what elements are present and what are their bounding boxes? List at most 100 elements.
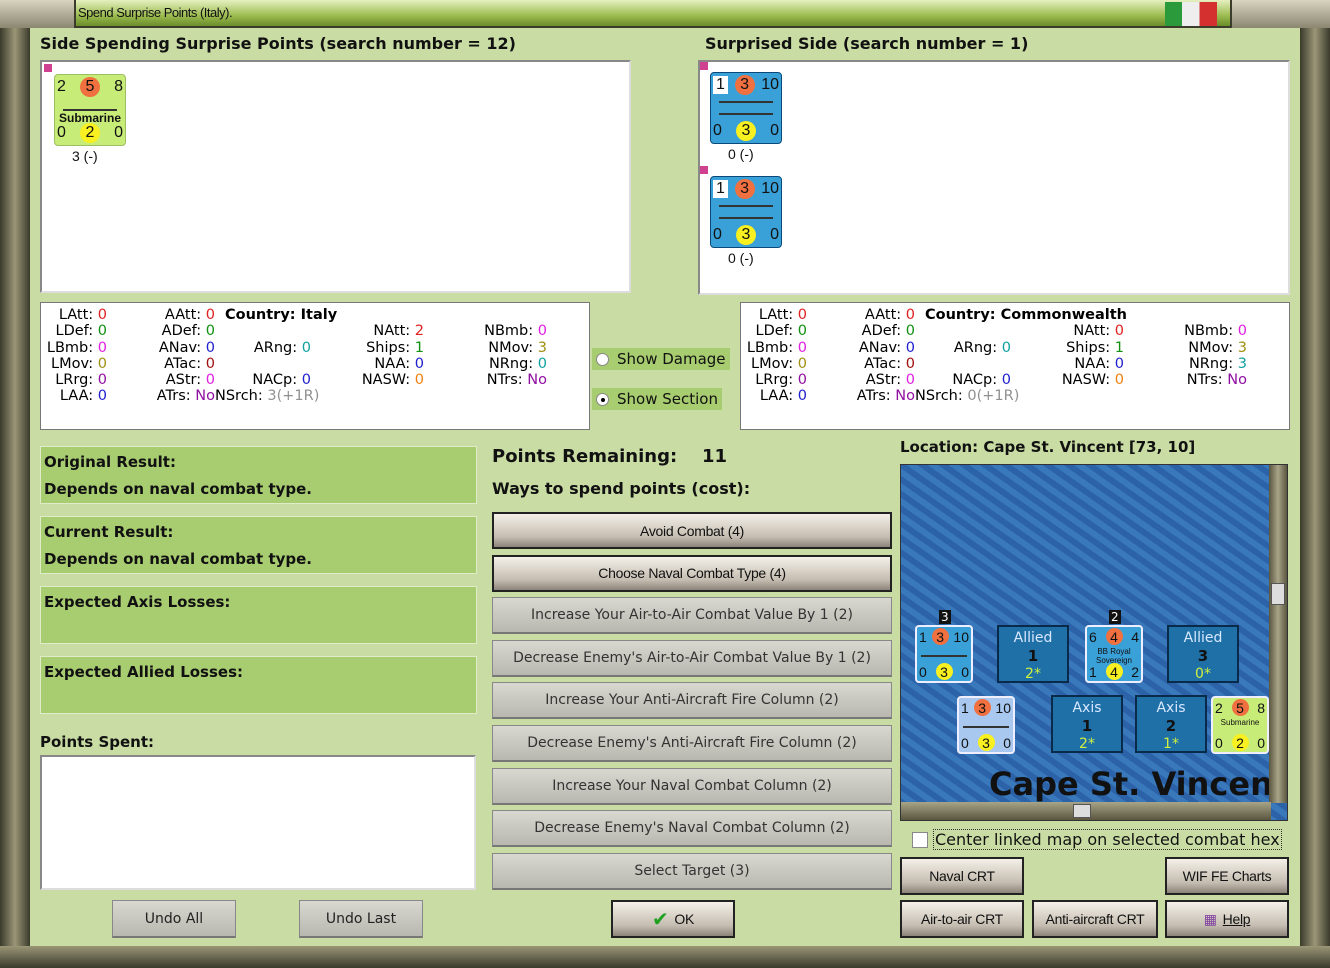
window-controls[interactable] — [1230, 0, 1330, 28]
window-frame-bottom — [0, 946, 1330, 968]
stat-value: 1 — [414, 339, 424, 356]
stat-label: NAtt: — [373, 323, 411, 340]
counter-bottom-value: 0 — [713, 122, 722, 139]
combat-side-box[interactable]: Axis 2 1* — [1135, 695, 1207, 753]
anti-aircraft-crt-button[interactable]: Anti-aircraft CRT — [1032, 900, 1158, 938]
map-unit-counter[interactable]: 1 3 10 0 3 0 — [915, 625, 973, 683]
spend-option-button[interactable]: Select Target (3) — [492, 852, 892, 890]
points-spent-list[interactable] — [40, 755, 476, 890]
stat-value: 0 — [537, 355, 547, 372]
stat-value: 0 — [205, 339, 215, 356]
stat-label: ARng: — [953, 339, 998, 356]
stat-value: No — [527, 372, 547, 389]
center-linked-label[interactable]: Center linked map on selected combat hex — [933, 829, 1282, 850]
italy-flag-icon — [1165, 2, 1217, 26]
stat-cell: NACp: 0 — [915, 372, 1011, 388]
current-result-value: Depends on naval combat type. — [44, 550, 313, 568]
stack-count-badge: 2 — [1109, 610, 1121, 624]
counter-value: 8 — [1257, 699, 1265, 716]
show-damage-radio[interactable]: Show Damage — [592, 348, 730, 370]
spend-option-button[interactable]: Decrease Enemy's Anti-Aircraft Fire Colu… — [492, 725, 892, 762]
combat-side-box[interactable]: Axis 1 2* — [1051, 695, 1123, 753]
stat-value: 0 — [301, 372, 311, 389]
naval-crt-button[interactable]: Naval CRT — [900, 857, 1024, 895]
stat-value: No — [1227, 372, 1247, 389]
surprised-units-list[interactable]: 1 3 10 0 3 0 0 (-) 1 3 10 0 3 0 0 (-) — [698, 60, 1290, 295]
stats-row: LDef: 0 ADef: 0 NAtt: 2 NBmb: 0 — [41, 323, 589, 339]
stat-value: 0 — [905, 372, 915, 389]
stats-row: LAtt: 0 AAtt: 0 Country: Commonwealth — [741, 307, 1289, 323]
map-unit-counter[interactable]: 1 3 10 0 3 0 — [957, 696, 1015, 754]
air-to-air-crt-button[interactable]: Air-to-air CRT — [900, 900, 1024, 938]
counter-value: 0 — [1215, 734, 1223, 751]
stat-cell: ANav: 0 — [807, 340, 915, 356]
stat-cell: Ships: 1 — [311, 340, 424, 356]
spend-option-button[interactable]: Decrease Enemy's Air-to-Air Combat Value… — [492, 639, 892, 677]
window-menu-button[interactable] — [0, 0, 76, 28]
undo-last-button[interactable]: Undo Last — [299, 900, 423, 938]
box-number: 1 — [1027, 647, 1039, 665]
counter-value: 3 — [973, 699, 991, 716]
counter-bottom-values: 030 — [713, 121, 779, 141]
spend-option-button[interactable]: Avoid Combat (4) — [492, 512, 892, 549]
stat-cell — [1011, 388, 1124, 404]
counter-bottom-value: 0 — [114, 124, 123, 141]
center-linked-checkbox[interactable] — [912, 832, 928, 848]
stat-value: 0 — [97, 339, 107, 356]
help-button[interactable]: ▦ Help — [1165, 900, 1289, 938]
axis-losses-panel: Expected Axis Losses: — [40, 586, 477, 644]
stat-cell: NBmb: 0 — [1124, 323, 1247, 339]
box-number: 1 — [1081, 717, 1093, 735]
stat-cell: NAtt: 2 — [311, 323, 424, 339]
map-unit-counter[interactable]: 2 5 8 Submarine 0 2 0 — [1211, 696, 1269, 754]
stat-value: 0 — [797, 323, 807, 340]
stat-cell: ANav: 0 — [107, 340, 215, 356]
spend-option-button[interactable]: Decrease Enemy's Naval Combat Column (2) — [492, 810, 892, 848]
stat-cell: NTrs: No — [424, 372, 547, 388]
stat-value: No — [895, 388, 915, 405]
stat-label: Ships: — [366, 339, 411, 356]
map-vertical-scrollbar[interactable] — [1269, 465, 1287, 803]
country-name: Country: Commonwealth — [925, 307, 1127, 323]
stat-label: NASW: — [361, 372, 411, 389]
undo-all-button[interactable]: Undo All — [112, 900, 236, 938]
stat-cell: LMov: 0 — [41, 356, 107, 372]
wif-fe-charts-button[interactable]: WIF FE Charts — [1165, 857, 1289, 895]
stat-cell: NRng: 0 — [424, 356, 547, 372]
ship-name-label: Submarine — [1220, 718, 1260, 727]
show-section-radio[interactable]: Show Section — [592, 388, 722, 410]
combat-side-box[interactable]: Allied 3 0* — [1167, 625, 1239, 683]
spend-option-button[interactable]: Choose Naval Combat Type (4) — [492, 554, 892, 592]
counter-bottom-value: 0 — [770, 226, 779, 243]
spend-option-button[interactable]: Increase Your Naval Combat Column (2) — [492, 767, 892, 805]
spend-option-button[interactable]: Increase Your Anti-Aircraft Fire Column … — [492, 682, 892, 720]
spend-option-button[interactable]: Increase Your Air-to-Air Combat Value By… — [492, 597, 892, 635]
map-horizontal-scrollbar[interactable] — [901, 802, 1271, 820]
stat-cell: ADef: 0 — [807, 323, 915, 339]
combat-side-box[interactable]: Allied 1 2* — [997, 625, 1069, 683]
stat-label: ATrs: — [156, 388, 191, 405]
box-side: Axis — [1072, 700, 1102, 716]
allied-losses-panel: Expected Allied Losses: — [40, 656, 477, 714]
stat-label: ARng: — [253, 339, 298, 356]
ok-button[interactable]: ✔ OK — [611, 900, 735, 938]
counter-value: 1 — [919, 628, 927, 645]
stat-value: 0 — [1001, 339, 1011, 356]
map-unit-counter[interactable]: 6 4 4 BB Royal Sovereign 1 4 2 — [1085, 625, 1143, 683]
window-title: Spend Surprise Points (Italy). — [78, 5, 233, 20]
unit-counter[interactable]: 1 3 10 0 3 0 — [710, 72, 782, 144]
scroll-thumb[interactable] — [1073, 804, 1091, 818]
stat-cell: LRrg: 0 — [741, 372, 807, 388]
scroll-thumb[interactable] — [1271, 583, 1285, 605]
unit-counter[interactable]: 1 3 10 0 3 0 — [710, 176, 782, 248]
counter-bottom-value: 0 — [57, 124, 66, 141]
counter-bottom-value: 0 — [713, 226, 722, 243]
unit-counter[interactable]: 2 5 8 Submarine 0 2 0 — [54, 74, 126, 146]
stat-cell: ATrs: No — [807, 388, 915, 404]
combat-map[interactable]: Cape St. Vincent Allied 1 2* Allied 3 0* Axis 1… — [900, 464, 1288, 821]
counter-value: 0 — [1003, 734, 1011, 751]
stats-row: LAA: 0 ATrs: No NSrch: 3(+1R) — [41, 388, 589, 404]
spending-units-list[interactable]: 2 5 8 Submarine 0 2 0 3 (-) — [40, 60, 631, 293]
stat-cell: NSrch: 3(+1R) — [215, 388, 319, 404]
counter-bottom-values: 020 — [1215, 734, 1265, 751]
